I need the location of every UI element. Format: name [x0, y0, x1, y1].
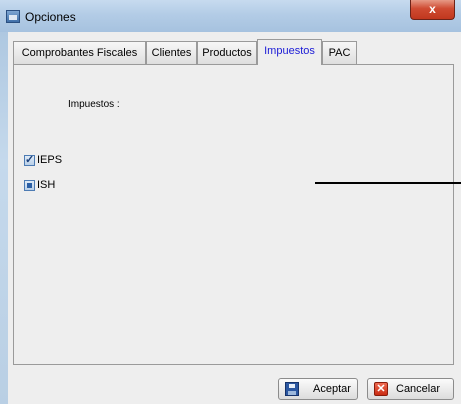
black-line [315, 182, 461, 184]
accept-button[interactable]: Aceptar [278, 378, 358, 400]
ish-checkbox[interactable] [24, 179, 35, 191]
window-app-icon [6, 10, 20, 23]
cancel-button-label: Cancelar [396, 383, 441, 395]
ish-label: ISH [37, 179, 56, 191]
tab-comprobantes-fiscales[interactable]: Comprobantes Fiscales [13, 41, 146, 64]
dialog-content: Comprobantes Fiscales Clientes Productos… [8, 32, 461, 404]
impuestos-panel: Impuestos : IEPS ISH [13, 64, 454, 365]
ieps-checkbox[interactable] [24, 153, 35, 166]
cancel-x-icon: ✕ [374, 382, 388, 396]
tab-clientes[interactable]: Clientes [146, 41, 197, 64]
ish-option[interactable]: ISH [24, 178, 55, 192]
ieps-label: IEPS [37, 154, 63, 166]
cancel-button[interactable]: ✕ Cancelar [367, 378, 454, 400]
window-title: Opciones [25, 10, 76, 24]
ieps-option[interactable]: IEPS [24, 153, 62, 167]
impuestos-section-label: Impuestos : [68, 99, 120, 110]
tab-pac[interactable]: PAC [322, 41, 357, 64]
tab-impuestos[interactable]: Impuestos [257, 39, 322, 65]
title-bar[interactable]: Opciones x [0, 0, 461, 32]
tab-productos[interactable]: Productos [197, 41, 257, 64]
dialog-window: Opciones x Comprobantes Fiscales Cliente… [0, 0, 461, 404]
save-icon [285, 382, 299, 396]
accept-button-label: Aceptar [313, 383, 351, 395]
close-button[interactable]: x [410, 0, 455, 20]
